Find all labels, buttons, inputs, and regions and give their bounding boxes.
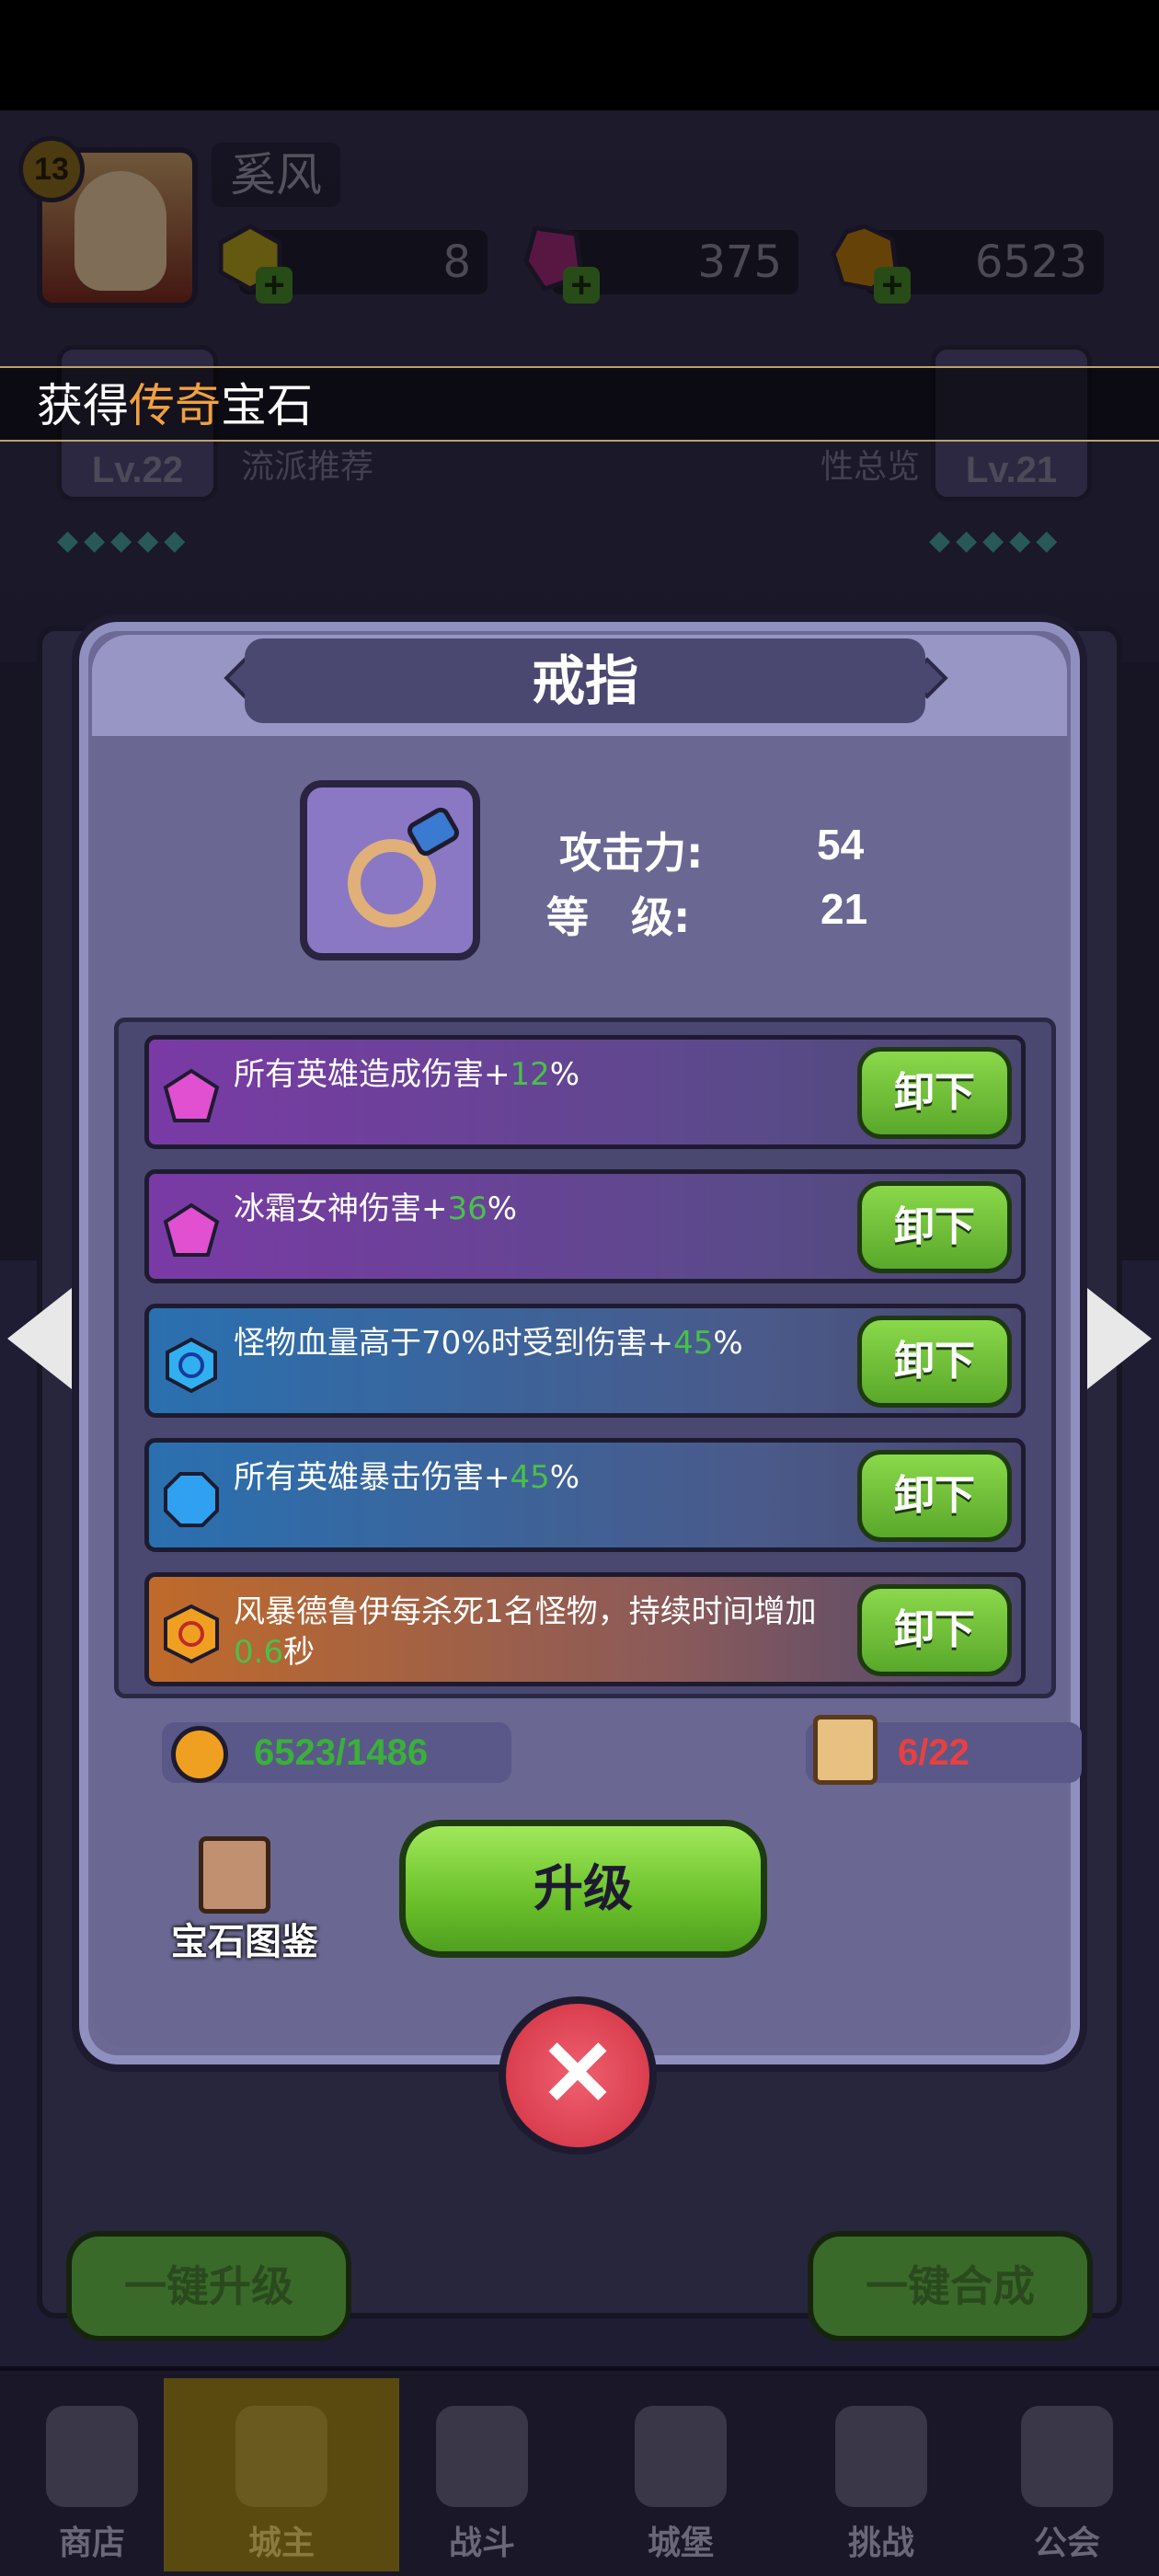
tab-challenge[interactable]: 挑战 bbox=[789, 2378, 973, 2571]
demon-icon bbox=[835, 2406, 927, 2507]
close-icon: ✕ bbox=[539, 2022, 616, 2125]
unequip-button[interactable]: 卸下 bbox=[857, 1584, 1012, 1676]
gem-row: 冰霜女神伤害+36% 卸下 bbox=[144, 1169, 1026, 1283]
blue-gem-icon bbox=[164, 1472, 219, 1527]
gold-coin-icon bbox=[171, 1726, 228, 1783]
blue-swirl-gem-icon bbox=[166, 1337, 217, 1394]
attack-label: 攻击力: bbox=[559, 828, 704, 878]
unequip-button[interactable]: 卸下 bbox=[857, 1450, 1012, 1542]
lock-icon bbox=[1021, 2406, 1113, 2507]
previous-arrow-icon[interactable] bbox=[7, 1288, 72, 1389]
ring-detail-modal: 戒指 攻击力: 54 等 级: 21 所有英雄造成伤害+12% 卸下 冰霜女神伤… bbox=[72, 615, 1087, 2072]
level-label: 等 级: bbox=[546, 892, 691, 942]
upgrade-coin-cost: 6523/1486 bbox=[162, 1722, 511, 1783]
level-value: 21 bbox=[820, 885, 868, 933]
gem-list: 所有英雄造成伤害+12% 卸下 冰霜女神伤害+36% 卸下 怪物血量高于70%时… bbox=[114, 1018, 1056, 1698]
swords-icon bbox=[436, 2406, 528, 2507]
unequip-button[interactable]: 卸下 bbox=[857, 1316, 1012, 1408]
attack-value: 54 bbox=[817, 821, 865, 868]
book-icon bbox=[199, 1836, 270, 1914]
upgrade-all-button[interactable]: 一键升级 bbox=[66, 2231, 351, 2341]
gem-codex-button[interactable]: 宝石图鉴 bbox=[162, 1836, 318, 1963]
tab-shop[interactable]: 商店 bbox=[0, 2378, 184, 2571]
shop-icon bbox=[46, 2406, 138, 2507]
next-arrow-icon[interactable] bbox=[1087, 1288, 1152, 1389]
ring-item-slot bbox=[300, 780, 480, 960]
tab-guild[interactable]: 公会 bbox=[975, 2378, 1159, 2571]
gem-row: 怪物血量高于70%时受到伤害+45% 卸下 bbox=[144, 1304, 1026, 1418]
castle-icon bbox=[635, 2406, 727, 2507]
gem-row: 风暴德鲁伊每杀死1名怪物，持续时间增加0.6秒 卸下 bbox=[144, 1572, 1026, 1686]
close-button[interactable]: ✕ bbox=[499, 1996, 657, 2155]
orange-swirl-gem-icon bbox=[164, 1604, 219, 1663]
legendary-gem-toast: 获得传奇宝石 bbox=[0, 366, 1159, 442]
tab-battle[interactable]: 战斗 bbox=[390, 2378, 574, 2571]
purple-gem-icon bbox=[163, 1068, 220, 1122]
ring-scroll-icon bbox=[813, 1715, 878, 1785]
modal-title: 戒指 bbox=[531, 650, 638, 712]
upgrade-scroll-cost: 6/22 bbox=[806, 1715, 1082, 1785]
unequip-button[interactable]: 卸下 bbox=[857, 1181, 1012, 1273]
status-bar bbox=[0, 0, 1159, 110]
unequip-button[interactable]: 卸下 bbox=[857, 1047, 1012, 1139]
merge-all-button[interactable]: 一键合成 bbox=[808, 2231, 1093, 2341]
crown-icon bbox=[235, 2406, 327, 2507]
purple-gem-icon bbox=[163, 1202, 220, 1257]
gem-row: 所有英雄造成伤害+12% 卸下 bbox=[144, 1035, 1026, 1149]
bottom-tab-bar: 商店 城主 战斗 城堡 挑战 公会 bbox=[0, 2366, 1159, 2576]
gem-row: 所有英雄暴击伤害+45% 卸下 bbox=[144, 1438, 1026, 1552]
tab-castle[interactable]: 城堡 bbox=[589, 2378, 773, 2571]
tab-lord[interactable]: 城主 bbox=[164, 2378, 399, 2571]
upgrade-button[interactable]: 升级 bbox=[399, 1820, 767, 1958]
